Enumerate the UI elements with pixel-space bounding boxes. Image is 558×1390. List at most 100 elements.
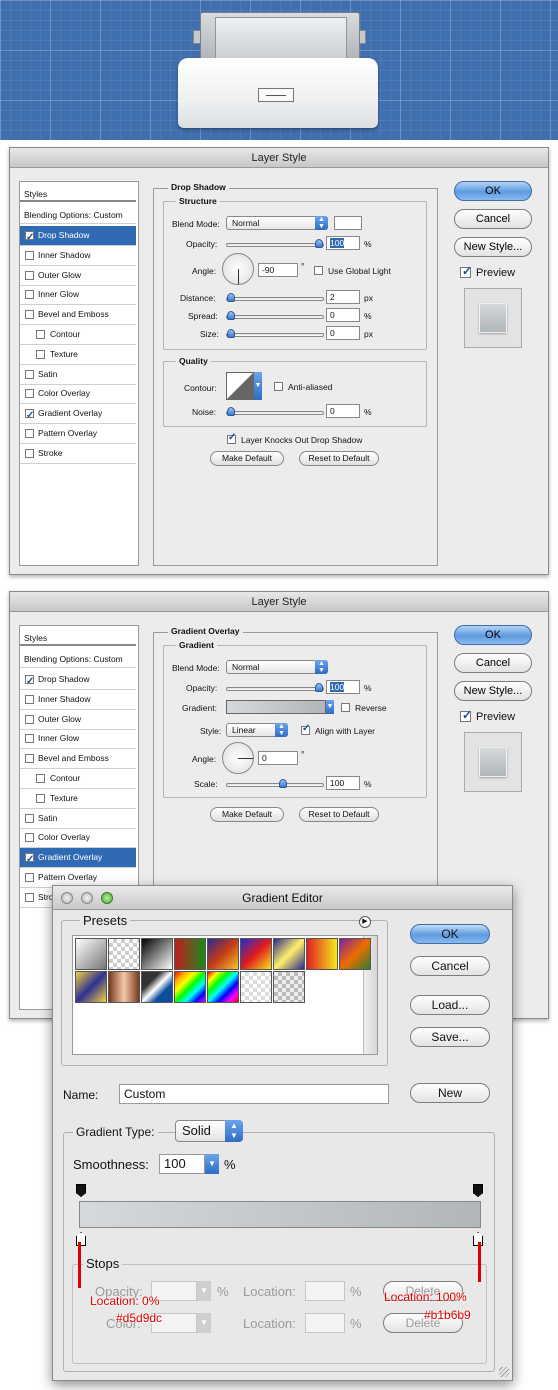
size-slider-handle[interactable] — [227, 329, 235, 338]
style-checkbox[interactable] — [25, 389, 34, 399]
angle-input[interactable]: 0 — [258, 751, 298, 765]
new-style-button[interactable]: New Style... — [454, 237, 532, 257]
spread-slider[interactable] — [226, 311, 324, 320]
style-checkbox[interactable] — [36, 793, 45, 803]
style-list-item[interactable]: Color Overlay — [20, 828, 136, 849]
preset-swatch[interactable] — [207, 938, 239, 970]
style-checkbox[interactable] — [25, 850, 34, 869]
blending-options-item[interactable]: Blending Options: Custom — [20, 206, 136, 224]
preset-swatch[interactable] — [141, 971, 173, 1003]
style-checkbox[interactable] — [25, 406, 34, 425]
style-list-item[interactable]: Inner Glow — [20, 729, 136, 750]
preset-swatch[interactable] — [240, 971, 272, 1003]
style-checkbox[interactable] — [25, 892, 34, 902]
opacity-slider-handle[interactable] — [315, 683, 323, 692]
style-list-item[interactable]: Bevel and Emboss — [20, 305, 136, 326]
preset-swatch[interactable] — [273, 938, 305, 970]
spread-input[interactable]: 0 — [326, 308, 360, 322]
style-checkbox[interactable] — [36, 330, 45, 339]
reset-to-default-button[interactable]: Reset to Default — [299, 451, 379, 466]
style-list-item[interactable]: Inner Shadow — [20, 690, 136, 710]
style-checkbox[interactable] — [25, 310, 34, 320]
style-list-item[interactable]: Outer Glow — [20, 266, 136, 286]
style-list-item[interactable]: Drop Shadow — [20, 226, 136, 247]
preset-swatch[interactable] — [306, 938, 338, 970]
presets-menu-icon[interactable]: ▶ — [359, 916, 371, 928]
preset-swatch[interactable] — [108, 971, 140, 1003]
minimize-window-icon[interactable] — [81, 892, 93, 904]
angle-dial[interactable] — [222, 253, 254, 285]
style-list-item[interactable]: Inner Glow — [20, 285, 136, 306]
smoothness-dropdown-icon[interactable]: ▼ — [205, 1154, 219, 1174]
preview-checkbox[interactable]: ✓ — [460, 708, 472, 722]
ok-button[interactable]: OK — [454, 181, 532, 201]
ok-button[interactable]: OK — [454, 625, 532, 645]
preset-swatch[interactable] — [174, 938, 206, 970]
contour-dropdown-icon[interactable]: ▼ — [254, 372, 262, 400]
style-list-item[interactable]: Drop Shadow — [20, 670, 136, 691]
resize-grip-icon[interactable] — [499, 1367, 509, 1377]
opacity-input[interactable]: 100 — [330, 238, 345, 248]
new-style-button[interactable]: New Style... — [454, 681, 532, 701]
preset-swatch[interactable] — [141, 938, 173, 970]
gradient-dropdown-icon[interactable]: ▼ — [326, 700, 334, 714]
load-button[interactable]: Load... — [410, 995, 490, 1015]
color-location-input[interactable] — [305, 1313, 345, 1333]
cancel-button[interactable]: Cancel — [410, 956, 490, 976]
reverse-checkbox[interactable] — [341, 703, 350, 712]
reset-to-default-button[interactable]: Reset to Default — [299, 807, 379, 822]
contour-picker[interactable] — [226, 372, 254, 400]
preset-swatch[interactable] — [240, 938, 272, 970]
preset-swatch[interactable] — [174, 971, 206, 1003]
opacity-stop-right[interactable] — [473, 1184, 483, 1197]
style-checkbox[interactable] — [25, 250, 34, 260]
opacity-input[interactable]: 100 — [330, 682, 345, 692]
style-checkbox[interactable] — [25, 833, 34, 843]
opacity-location-input[interactable] — [305, 1281, 345, 1301]
close-window-icon[interactable] — [61, 892, 73, 904]
name-input[interactable]: Custom — [119, 1084, 389, 1104]
style-list-item[interactable]: Gradient Overlay — [20, 848, 136, 869]
opacity-slider-handle[interactable] — [315, 239, 323, 248]
style-checkbox[interactable] — [25, 369, 34, 379]
style-select[interactable]: Linear ▲ ▼ — [226, 723, 288, 737]
angle-dial[interactable] — [222, 742, 254, 774]
style-list-item[interactable]: Texture — [20, 789, 136, 809]
gradient-preview-swatch[interactable] — [226, 700, 326, 714]
style-list-item[interactable]: Satin — [20, 809, 136, 829]
noise-slider-handle[interactable] — [227, 407, 235, 416]
style-list-item[interactable]: Texture — [20, 345, 136, 365]
cancel-button[interactable]: Cancel — [454, 209, 532, 229]
preset-swatch[interactable] — [75, 971, 107, 1003]
style-list-item[interactable]: Color Overlay — [20, 384, 136, 405]
style-checkbox[interactable] — [25, 429, 34, 438]
style-checkbox[interactable] — [25, 448, 34, 458]
size-input[interactable]: 0 — [326, 326, 360, 340]
preset-swatch[interactable] — [273, 971, 305, 1003]
smoothness-input[interactable]: 100 — [159, 1154, 205, 1174]
style-checkbox[interactable] — [25, 754, 34, 764]
opacity-slider[interactable] — [226, 239, 324, 248]
preset-swatch[interactable] — [108, 938, 140, 970]
style-list-item[interactable]: Contour — [20, 769, 136, 789]
cancel-button[interactable]: Cancel — [454, 653, 532, 673]
global-light-checkbox[interactable] — [314, 266, 323, 275]
distance-input[interactable]: 2 — [326, 290, 360, 304]
shadow-color-swatch[interactable] — [334, 216, 362, 230]
style-checkbox[interactable] — [36, 349, 45, 359]
gradient-type-select[interactable]: Solid ▲ ▼ — [175, 1120, 243, 1142]
blending-options-item[interactable]: Blending Options: Custom — [20, 650, 136, 668]
save-button[interactable]: Save... — [410, 1027, 490, 1047]
styles-heading[interactable]: Styles — [20, 186, 136, 202]
gradient-bar[interactable] — [79, 1201, 481, 1228]
spread-slider-handle[interactable] — [227, 311, 235, 320]
style-checkbox[interactable] — [25, 290, 34, 300]
style-checkbox[interactable] — [25, 270, 34, 280]
style-checkbox[interactable] — [25, 873, 34, 882]
style-list-item[interactable]: Contour — [20, 325, 136, 345]
ok-button[interactable]: OK — [410, 924, 490, 944]
make-default-button[interactable]: Make Default — [210, 451, 284, 466]
make-default-button[interactable]: Make Default — [210, 807, 284, 822]
style-list-item[interactable]: Satin — [20, 365, 136, 385]
styles-heading[interactable]: Styles — [20, 630, 136, 646]
